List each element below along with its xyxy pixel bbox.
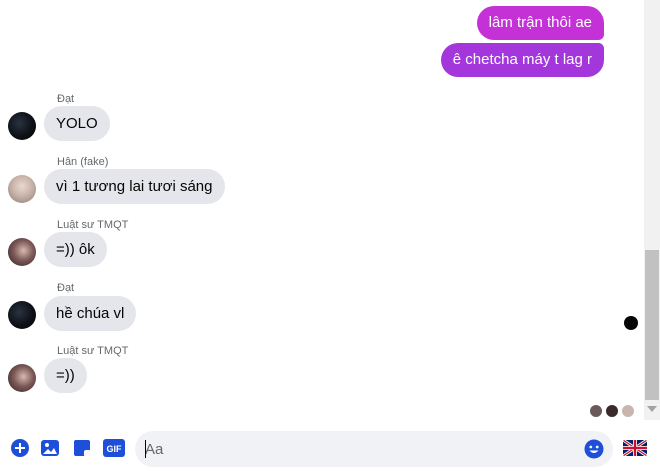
- outgoing-message[interactable]: ê chetcha máy t lag r: [440, 43, 604, 77]
- sender-name: Hân (fake): [57, 156, 109, 168]
- seen-avatar: [589, 404, 603, 418]
- plus-icon[interactable]: [10, 438, 30, 458]
- image-icon[interactable]: [40, 438, 60, 458]
- avatar[interactable]: [8, 238, 36, 266]
- message-input[interactable]: [135, 431, 613, 467]
- avatar[interactable]: [8, 364, 36, 392]
- seen-avatar: [621, 404, 635, 418]
- avatar[interactable]: [8, 301, 36, 329]
- scrollbar[interactable]: [644, 0, 660, 420]
- uk-flag-icon[interactable]: [623, 440, 647, 456]
- emoji-icon[interactable]: [584, 439, 604, 459]
- incoming-message[interactable]: hề chúa vl: [44, 296, 137, 331]
- outgoing-message[interactable]: lâm trận thôi ae: [476, 6, 604, 40]
- composer-bar: GIF: [0, 424, 660, 471]
- gif-icon[interactable]: GIF: [103, 438, 125, 458]
- avatar[interactable]: [8, 112, 36, 140]
- incoming-message[interactable]: vì 1 tương lai tươi sáng: [44, 169, 225, 204]
- sender-name: Luật sư TMQT: [57, 219, 129, 231]
- avatar[interactable]: [8, 175, 36, 203]
- scroll-down-arrow-icon[interactable]: [647, 406, 657, 412]
- message-list[interactable]: lâm trận thôi ae ê chetcha máy t lag r Đ…: [0, 0, 644, 420]
- incoming-message[interactable]: =)): [44, 358, 87, 393]
- sender-name: Đạt: [57, 93, 75, 105]
- text-caret: [145, 440, 146, 458]
- incoming-message[interactable]: =)) ôk: [44, 232, 107, 267]
- incoming-message[interactable]: YOLO: [44, 106, 110, 141]
- gif-label: GIF: [107, 444, 123, 454]
- seen-avatar: [605, 404, 619, 418]
- scrollbar-thumb[interactable]: [645, 250, 659, 400]
- sticker-icon[interactable]: [72, 438, 92, 458]
- sender-name: Luật sư TMQT: [57, 345, 129, 357]
- sender-name: Đạt: [57, 282, 75, 294]
- typing-indicator-avatar: [624, 316, 638, 330]
